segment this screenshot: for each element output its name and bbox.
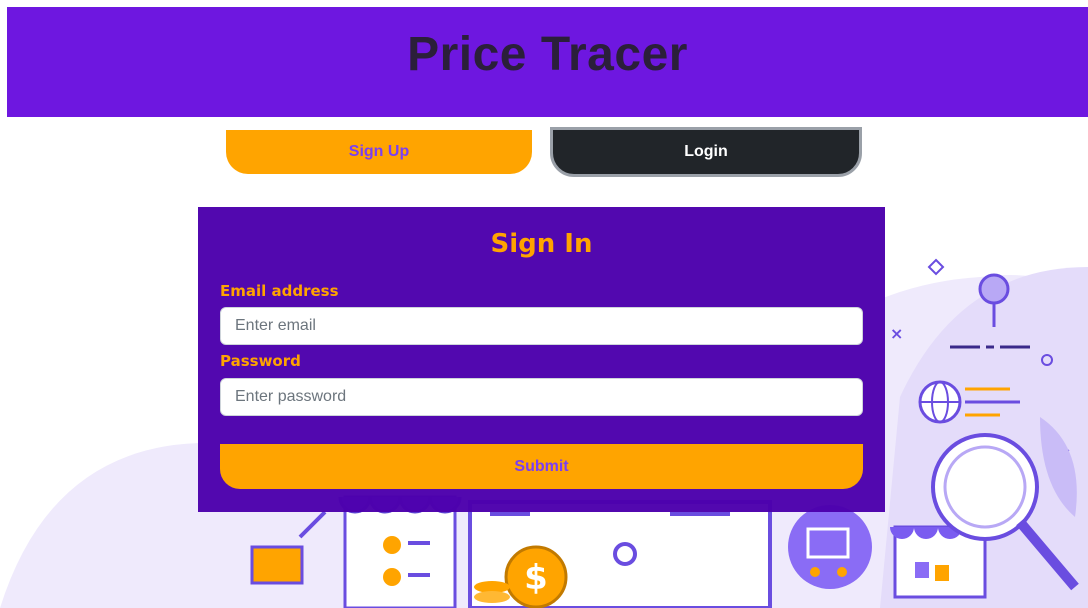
app-title: Price Tracer	[407, 28, 688, 81]
svg-text:$: $	[524, 558, 548, 598]
sign-in-form: Sign In Email address Password Submit	[198, 207, 885, 512]
storefront-icon	[338, 495, 462, 608]
form-title: Sign In	[490, 229, 593, 259]
password-label: Password	[220, 352, 301, 370]
submit-button[interactable]: Submit	[220, 444, 863, 489]
email-field[interactable]	[220, 307, 863, 345]
tab-sign-up[interactable]: Sign Up	[226, 130, 532, 174]
x-decoration: ×	[890, 324, 903, 343]
tab-login[interactable]: Login	[550, 127, 862, 177]
email-label: Email address	[220, 282, 339, 300]
app-header: Price Tracer	[7, 7, 1088, 117]
shopping-cart-icon	[788, 505, 872, 589]
password-field[interactable]	[220, 378, 863, 416]
diamond-decoration	[927, 258, 945, 276]
